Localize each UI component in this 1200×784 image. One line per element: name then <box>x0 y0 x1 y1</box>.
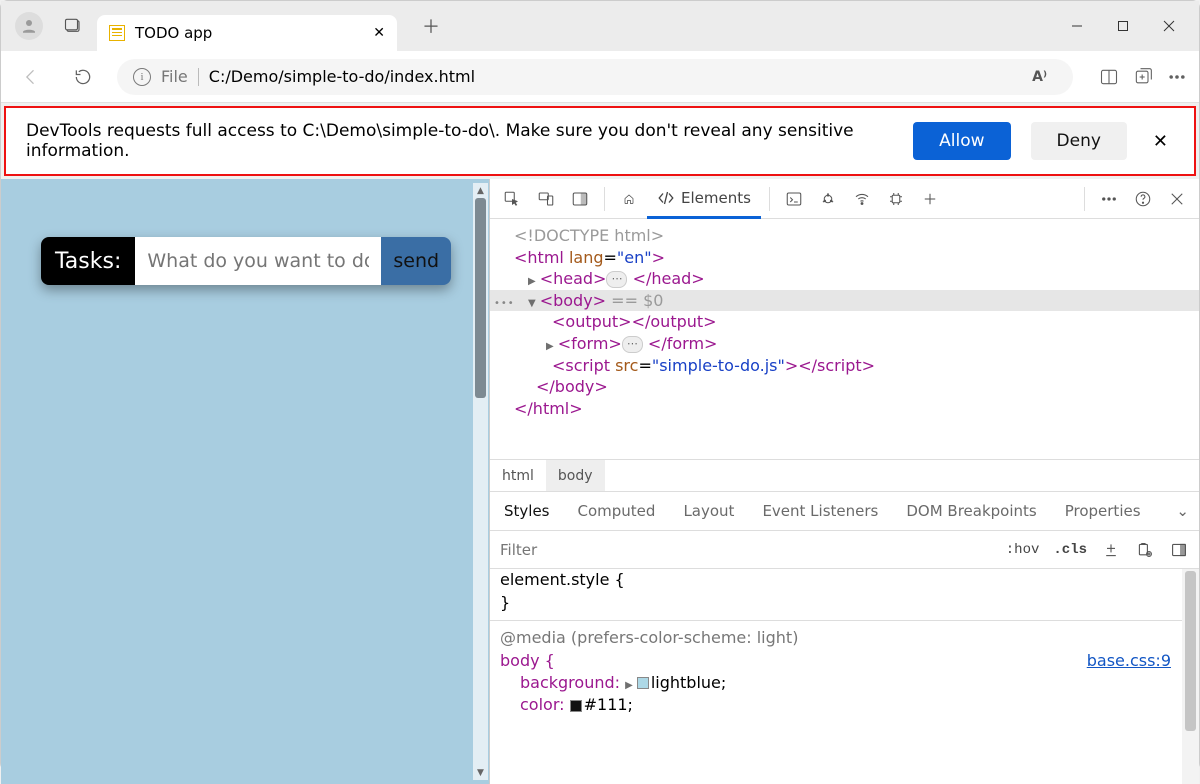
dom-script[interactable]: <script src="simple-to-do.js"></script> <box>490 355 1199 377</box>
tab-title: TODO app <box>135 24 363 42</box>
computed-styles-icon[interactable] <box>1135 540 1155 560</box>
properties-tab[interactable]: Properties <box>1051 492 1155 530</box>
collections-icon[interactable] <box>1133 67 1153 87</box>
address-bar-row: i File C:/Demo/simple-to-do/index.html A… <box>1 51 1199 103</box>
dom-body-close[interactable]: </body> <box>490 376 1199 398</box>
devtools-menu-icon[interactable] <box>1093 183 1125 215</box>
settings-menu-icon[interactable] <box>1167 67 1187 87</box>
scroll-up-icon[interactable]: ▲ <box>473 183 488 198</box>
send-button[interactable]: send <box>381 237 451 285</box>
console-tab-icon[interactable] <box>778 183 810 215</box>
element-style-open[interactable]: element.style { <box>490 569 1199 591</box>
computed-tab[interactable]: Computed <box>564 492 670 530</box>
title-bar: TODO app ✕ ＋ <box>1 1 1199 51</box>
more-tabs-icon[interactable] <box>914 183 946 215</box>
url-path: C:/Demo/simple-to-do/index.html <box>209 67 475 86</box>
browser-tab[interactable]: TODO app ✕ <box>97 15 397 51</box>
hov-toggle[interactable]: :hov <box>1006 542 1040 558</box>
styles-tab[interactable]: Styles <box>490 492 564 530</box>
scroll-thumb[interactable] <box>475 198 486 398</box>
dom-doctype[interactable]: <!DOCTYPE html> <box>514 226 664 245</box>
crumb-body[interactable]: body <box>546 460 605 491</box>
rule-source-link[interactable]: base.css:9 <box>1087 650 1171 672</box>
devtools-panel: Elements <!DOCTYPE html> <html lang="en"… <box>489 179 1199 784</box>
dom-output[interactable]: <output></output> <box>490 311 1199 333</box>
rendered-page: Tasks: send ▲ ▼ <box>1 179 489 784</box>
url-scheme: File <box>161 67 188 86</box>
styles-tabs: Styles Computed Layout Event Listeners D… <box>490 491 1199 531</box>
window-minimize-button[interactable] <box>1055 10 1099 42</box>
page-scrollbar[interactable]: ▲ ▼ <box>473 183 488 780</box>
welcome-tab-icon[interactable] <box>613 179 645 219</box>
network-tab-icon[interactable] <box>846 183 878 215</box>
element-style-close[interactable]: } <box>490 592 1199 614</box>
scroll-down-icon[interactable]: ▼ <box>473 765 488 780</box>
selector-body[interactable]: body { <box>500 651 555 670</box>
toggle-sidebar-icon[interactable] <box>1169 540 1189 560</box>
prop-color[interactable]: color: #111; <box>490 694 1199 716</box>
infobar-message: DevTools requests full access to C:\Demo… <box>26 121 893 161</box>
elements-tab[interactable]: Elements <box>647 179 761 219</box>
dom-html-open[interactable]: <html lang="en"> <box>490 247 1199 269</box>
permission-infobar: DevTools requests full access to C:\Demo… <box>4 106 1196 176</box>
styles-tabs-more-icon[interactable]: ⌄ <box>1176 502 1189 520</box>
reload-button[interactable] <box>65 59 101 95</box>
dom-tree[interactable]: <!DOCTYPE html> <html lang="en"> <head>⋯… <box>490 219 1199 459</box>
dom-breadcrumb: html body <box>490 459 1199 491</box>
cls-toggle[interactable]: .cls <box>1053 542 1087 558</box>
allow-button[interactable]: Allow <box>913 122 1010 160</box>
styles-scroll-thumb[interactable] <box>1185 571 1196 731</box>
tab-close-icon[interactable]: ✕ <box>373 25 385 41</box>
back-button[interactable] <box>13 59 49 95</box>
profile-avatar[interactable] <box>15 12 43 40</box>
dom-body-open[interactable]: <body> == $0 <box>490 290 1199 312</box>
dom-form[interactable]: <form>⋯ </form> <box>490 333 1199 355</box>
tab-actions-icon[interactable] <box>59 12 87 40</box>
window-close-button[interactable] <box>1147 10 1191 42</box>
site-info-icon[interactable]: i <box>133 68 151 86</box>
new-style-rule-icon[interactable] <box>1101 540 1121 560</box>
event-listeners-tab[interactable]: Event Listeners <box>748 492 892 530</box>
styles-filter-input[interactable] <box>500 541 992 559</box>
dom-html-close[interactable]: </html> <box>490 398 1199 420</box>
devtools-close-icon[interactable] <box>1161 183 1193 215</box>
tab-favicon-icon <box>109 25 125 41</box>
devtools-toolbar: Elements <box>490 179 1199 219</box>
styles-scrollbar[interactable] <box>1182 569 1199 784</box>
styles-filter-row: :hov .cls <box>490 531 1199 569</box>
dock-side-icon[interactable] <box>564 183 596 215</box>
crumb-html[interactable]: html <box>490 460 546 491</box>
window-maximize-button[interactable] <box>1101 10 1145 42</box>
todo-label: Tasks: <box>41 237 135 285</box>
layout-tab[interactable]: Layout <box>669 492 748 530</box>
sources-tab-icon[interactable] <box>812 183 844 215</box>
new-tab-button[interactable]: ＋ <box>417 12 445 40</box>
read-aloud-icon[interactable]: A⁾ <box>1032 69 1047 85</box>
elements-tab-label: Elements <box>681 189 751 207</box>
device-emulation-icon[interactable] <box>530 183 562 215</box>
inspect-element-icon[interactable] <box>496 183 528 215</box>
prop-background[interactable]: background: lightblue; <box>490 672 1199 694</box>
dom-breakpoints-tab[interactable]: DOM Breakpoints <box>892 492 1050 530</box>
performance-tab-icon[interactable] <box>880 183 912 215</box>
split-screen-icon[interactable] <box>1099 67 1119 87</box>
todo-input[interactable] <box>135 237 381 285</box>
address-bar[interactable]: i File C:/Demo/simple-to-do/index.html A… <box>117 59 1073 95</box>
infobar-close-icon[interactable]: ✕ <box>1147 131 1174 152</box>
styles-rules[interactable]: element.style { } @media (prefers-color-… <box>490 569 1199 784</box>
deny-button[interactable]: Deny <box>1031 122 1127 160</box>
help-icon[interactable] <box>1127 183 1159 215</box>
url-separator <box>198 68 199 86</box>
media-query[interactable]: @media (prefers-color-scheme: light) <box>490 627 1199 649</box>
todo-form: Tasks: send <box>41 237 451 285</box>
dom-head[interactable]: <head>⋯ </head> <box>490 268 1199 290</box>
